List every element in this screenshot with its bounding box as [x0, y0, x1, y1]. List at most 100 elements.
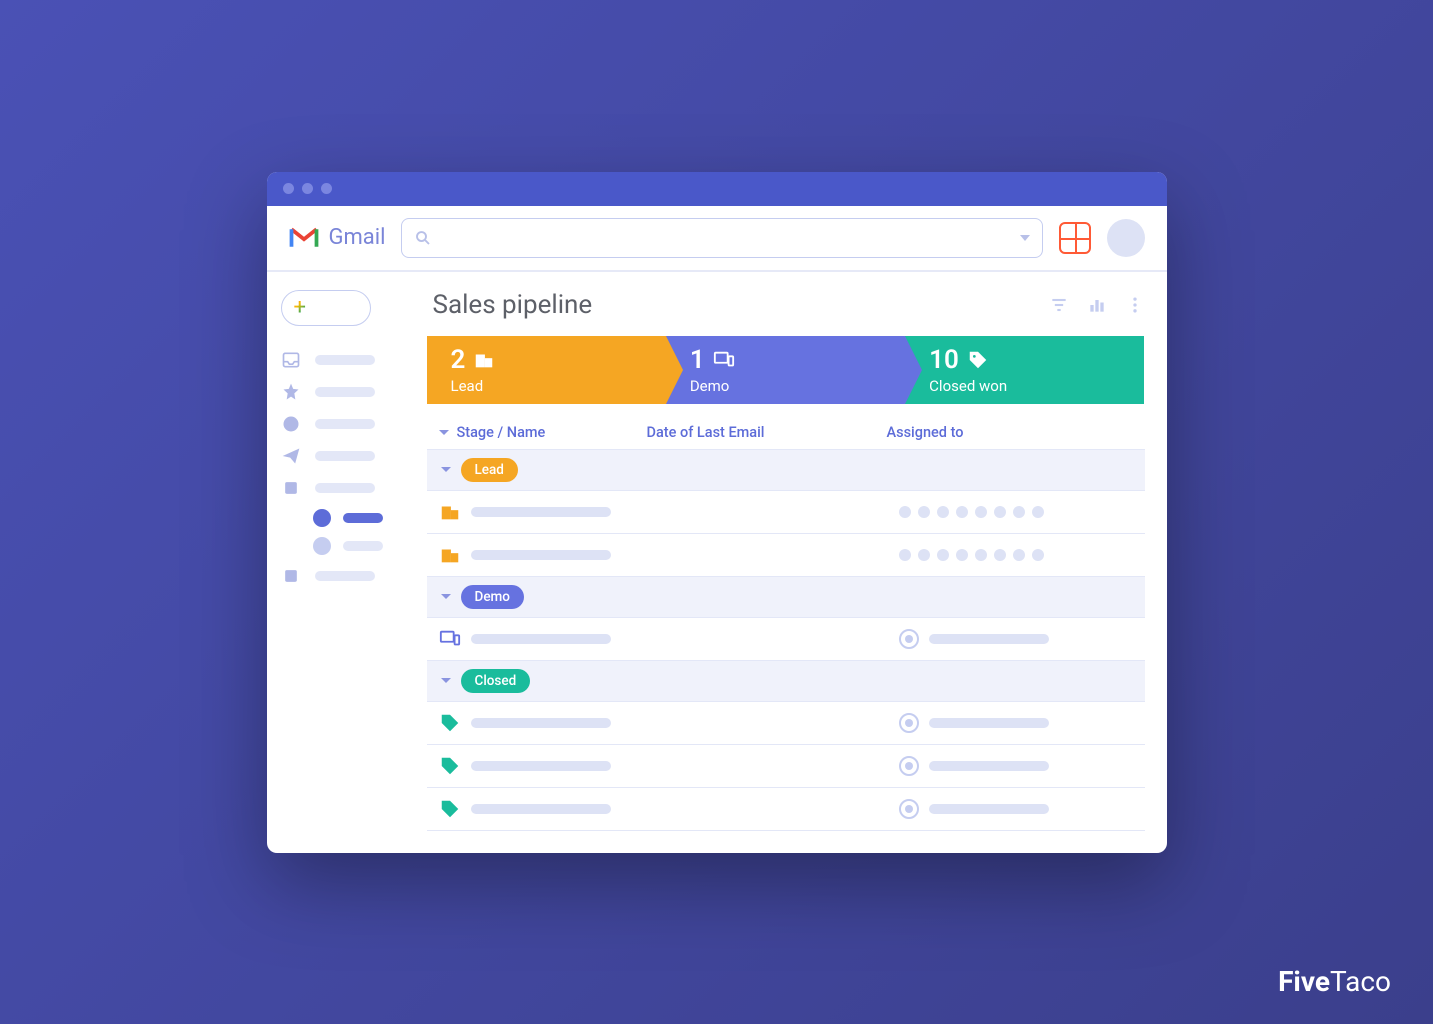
pipeline-stages: 2 Lead 1 Demo 10 — [427, 336, 1145, 404]
tag-icon — [439, 712, 461, 734]
stage-count: 1 — [690, 345, 705, 375]
app-name: Gmail — [329, 225, 386, 250]
traffic-light-close[interactable] — [283, 183, 294, 194]
main-header: Sales pipeline — [427, 290, 1145, 320]
search-options-icon[interactable] — [1020, 235, 1030, 241]
col-header-stage[interactable]: Stage / Name — [427, 424, 647, 441]
sidebar: + — [267, 272, 427, 853]
user-icon — [899, 713, 919, 733]
screen-icon — [713, 349, 735, 371]
placeholder-bar — [929, 804, 1049, 814]
stage-count: 2 — [451, 345, 466, 375]
layout-toggle-button[interactable] — [1059, 222, 1091, 254]
sidebar-item-inbox[interactable] — [281, 344, 413, 376]
table-row[interactable] — [427, 702, 1145, 745]
placeholder-bar — [471, 634, 611, 644]
placeholder-bar — [471, 507, 611, 517]
placeholder-bar — [315, 451, 375, 461]
sidebar-item-sent[interactable] — [281, 440, 413, 472]
stage-pill: Lead — [461, 458, 518, 482]
stage-pill: Demo — [461, 585, 524, 609]
page-title: Sales pipeline — [433, 290, 593, 320]
filter-icon[interactable] — [1049, 295, 1069, 315]
placeholder-bar — [929, 634, 1049, 644]
group-header-lead[interactable]: Lead — [427, 450, 1145, 491]
placeholder-bar — [471, 718, 611, 728]
user-avatar[interactable] — [1107, 219, 1145, 257]
search-input[interactable] — [401, 218, 1042, 258]
stage-lead[interactable]: 2 Lead — [427, 336, 666, 404]
more-icon[interactable] — [1125, 295, 1145, 315]
placeholder-bar — [315, 571, 375, 581]
search-icon — [414, 229, 432, 247]
sidebar-item-snoozed[interactable] — [281, 408, 413, 440]
table-row[interactable] — [427, 788, 1145, 831]
stage-pill: Closed — [461, 669, 531, 693]
stage-count: 10 — [929, 345, 959, 375]
toolbar-actions — [1049, 295, 1145, 315]
star-icon — [281, 382, 301, 402]
group-header-demo[interactable]: Demo — [427, 577, 1145, 618]
sidebar-subitem[interactable] — [313, 532, 413, 560]
tag-icon — [439, 755, 461, 777]
stage-label: Lead — [451, 377, 642, 395]
screen-icon — [439, 628, 461, 650]
table-row[interactable] — [427, 745, 1145, 788]
placeholder-bar — [343, 513, 383, 523]
user-icon — [899, 629, 919, 649]
stage-demo[interactable]: 1 Demo — [666, 336, 905, 404]
table-row[interactable] — [427, 491, 1145, 534]
col-label: Date of Last Email — [647, 424, 765, 441]
dot-icon — [313, 537, 331, 555]
clock-icon — [281, 414, 301, 434]
placeholder-bar — [315, 355, 375, 365]
traffic-light-max[interactable] — [321, 183, 332, 194]
col-header-assigned[interactable]: Assigned to — [887, 424, 1145, 441]
placeholder-bar — [315, 483, 375, 493]
plus-icon: + — [294, 297, 306, 319]
main-content: Sales pipeline 2 Lead 1 — [427, 272, 1167, 853]
chart-icon[interactable] — [1087, 295, 1107, 315]
gmail-icon — [289, 226, 319, 250]
traffic-light-min[interactable] — [302, 183, 313, 194]
sidebar-item-more[interactable] — [281, 560, 413, 592]
placeholder-bar — [471, 550, 611, 560]
stage-label: Demo — [690, 377, 881, 395]
placeholder-bar — [471, 804, 611, 814]
sidebar-item-label[interactable] — [281, 472, 413, 504]
user-icon — [899, 756, 919, 776]
tag-icon — [439, 798, 461, 820]
tag-icon — [967, 349, 989, 371]
dot-icon — [313, 509, 331, 527]
sort-icon — [439, 430, 449, 435]
sidebar-item-starred[interactable] — [281, 376, 413, 408]
assigned-avatars — [899, 506, 1145, 518]
square-icon — [281, 566, 301, 586]
table-row[interactable] — [427, 534, 1145, 577]
sidebar-subitem-active[interactable] — [313, 504, 413, 532]
building-icon — [473, 349, 495, 371]
window-titlebar — [267, 172, 1167, 206]
placeholder-bar — [929, 761, 1049, 771]
inbox-icon — [281, 350, 301, 370]
building-icon — [439, 501, 461, 523]
col-label: Assigned to — [887, 424, 964, 441]
placeholder-bar — [471, 761, 611, 771]
stage-label: Closed won — [929, 377, 1120, 395]
app-body: + — [267, 272, 1167, 853]
send-icon — [281, 446, 301, 466]
table-row[interactable] — [427, 618, 1145, 661]
stage-closed-won[interactable]: 10 Closed won — [905, 336, 1144, 404]
placeholder-bar — [315, 387, 375, 397]
col-header-date[interactable]: Date of Last Email — [647, 424, 887, 441]
assigned-avatars — [899, 549, 1145, 561]
chevron-down-icon — [441, 678, 451, 683]
group-header-closed[interactable]: Closed — [427, 661, 1145, 702]
square-icon — [281, 478, 301, 498]
building-icon — [439, 544, 461, 566]
table-header-row: Stage / Name Date of Last Email Assigned… — [427, 416, 1145, 450]
user-icon — [899, 799, 919, 819]
gmail-logo-wrap[interactable]: Gmail — [289, 225, 386, 250]
compose-button[interactable]: + — [281, 290, 371, 326]
watermark: FiveTaco — [1278, 965, 1391, 998]
